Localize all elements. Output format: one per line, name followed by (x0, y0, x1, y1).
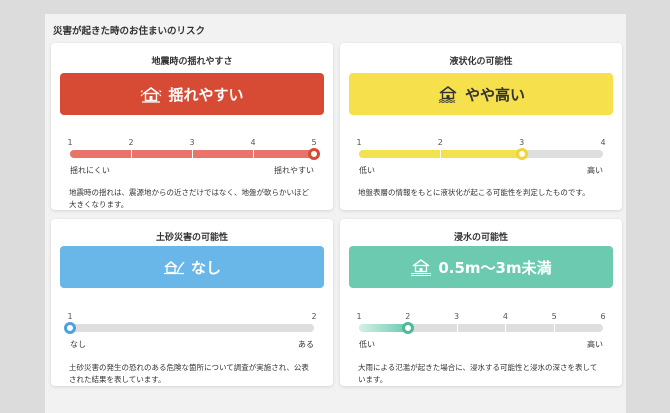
scale-tick: 4 (600, 138, 606, 147)
risk-card-liquefaction: 液状化の可能性 やや高い 1 2 3 4 低い 高い 地盤表層の情報をもとに液状… (340, 43, 622, 210)
scale-tick: 2 (128, 138, 134, 147)
scale-marker (64, 322, 76, 334)
house-flood-icon (411, 259, 432, 276)
risk-badge-label: 0.5m〜3m未満 (438, 258, 552, 277)
scale-tick: 1 (67, 138, 73, 147)
scale-track (70, 150, 314, 158)
scale-max-label: 高い (587, 166, 603, 175)
scale-tick: 1 (356, 312, 362, 321)
risk-card-landslide: 土砂災害の可能性 なし 1 2 なし ある 土砂災害の発生の恐れのある危険な箇所… (51, 219, 333, 386)
risk-badge-label: やや高い (464, 85, 525, 104)
scale-min-label: 低い (359, 340, 375, 349)
risk-scale: 1 2 3 4 5 揺れにくい 揺れやすい (67, 138, 320, 178)
house-shaking-icon (141, 87, 162, 103)
risk-card-flood: 浸水の可能性 0.5m〜3m未満 1 2 3 4 5 6 低い 高い 大雨による… (340, 219, 622, 386)
scale-tick: 4 (250, 138, 256, 147)
card-description: 大雨による氾濫が起きた場合に、浸水する可能性と浸水の深さを表しています。 (358, 363, 598, 384)
scale-tick: 3 (519, 138, 525, 147)
house-liquefaction-icon (438, 86, 457, 103)
scale-tick: 2 (311, 312, 317, 321)
scale-tick: 2 (437, 138, 443, 147)
house-landslide-icon (163, 261, 185, 275)
scale-min-label: なし (70, 340, 86, 349)
scale-tick: 3 (454, 312, 460, 321)
card-description: 地盤表層の情報をもとに液状化が起こる可能性を判定したものです。 (358, 188, 590, 197)
card-title: 地震時の揺れやすさ (151, 57, 233, 67)
scale-marker (308, 148, 320, 160)
card-description: 土砂災害の発生の恐れのある危険な箇所について調査が実施され、公表された結果を表し… (69, 363, 309, 384)
scale-fill (359, 324, 408, 332)
risk-scale: 1 2 3 4 5 6 低い 高い (356, 312, 606, 352)
scale-tick: 4 (502, 312, 508, 321)
scale-marker (401, 322, 414, 334)
risk-scale: 1 2 3 4 低い 高い (356, 138, 606, 178)
risk-card-earthquake: 地震時の揺れやすさ 揺れやすい 1 2 3 4 5 揺れにくい 揺れやすい 地震… (51, 43, 333, 210)
risk-badge-label: なし (190, 258, 221, 277)
scale-track (359, 324, 603, 332)
scale-max-label: 高い (587, 340, 603, 349)
scale-max-label: 揺れやすい (274, 166, 314, 175)
scale-max-label: ある (298, 340, 314, 349)
scale-tick: 1 (67, 312, 73, 321)
scale-track (70, 324, 314, 332)
scale-tick: 5 (311, 138, 317, 147)
risk-badge: やや高い (349, 73, 613, 115)
risk-sheet: 災害が起きた時のお住まいのリスク 地震時の揺れやすさ 揺れやすい 1 2 3 4… (45, 14, 626, 413)
page-title: 災害が起きた時のお住まいのリスク (53, 26, 206, 37)
risk-badge: 0.5m〜3m未満 (349, 246, 613, 288)
card-title: 浸水の可能性 (453, 233, 508, 243)
card-title: 土砂災害の可能性 (155, 233, 228, 243)
scale-min-label: 低い (359, 166, 375, 175)
scale-tick: 2 (405, 312, 411, 321)
risk-badge-label: 揺れやすい (168, 85, 244, 104)
scale-tick: 6 (600, 312, 606, 321)
risk-badge: なし (60, 246, 324, 288)
risk-badge: 揺れやすい (60, 73, 324, 115)
scale-track (359, 150, 603, 158)
scale-tick: 5 (551, 312, 557, 321)
risk-scale: 1 2 なし ある (64, 312, 317, 352)
scale-min-label: 揺れにくい (70, 166, 110, 175)
scale-tick: 3 (189, 138, 195, 147)
scale-tick: 1 (356, 138, 362, 147)
card-title: 液状化の可能性 (449, 57, 513, 67)
card-description: 地震時の揺れは、震源地からの近さだけではなく、地盤が軟らかいほど大きくなります。 (69, 188, 309, 209)
scale-marker (515, 148, 528, 160)
